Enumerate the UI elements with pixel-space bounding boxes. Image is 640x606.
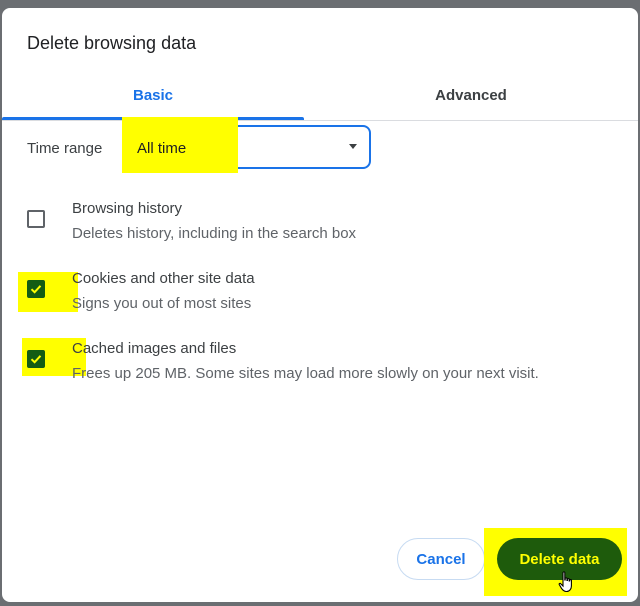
tab-basic-label: Basic xyxy=(132,86,174,104)
tab-basic[interactable]: Basic xyxy=(2,72,304,120)
time-range-label: Time range xyxy=(27,140,103,157)
cookies-checkbox[interactable] xyxy=(27,280,45,298)
cookies-subtitle: Signs you out of most sites xyxy=(72,295,252,312)
cached-images-checkbox[interactable] xyxy=(27,350,45,368)
list-item-cached-images: Cached images and files Frees up 205 MB.… xyxy=(2,336,638,386)
browsing-history-title: Browsing history xyxy=(72,200,183,217)
tab-bar: Basic Advanced xyxy=(2,72,638,121)
check-icon xyxy=(30,355,42,364)
hand-pointer-icon xyxy=(558,571,572,593)
tab-advanced-label: Advanced xyxy=(435,86,507,104)
cookies-title: Cookies and other site data xyxy=(72,270,255,287)
time-range-value: All time xyxy=(137,140,187,157)
caret-down-icon xyxy=(349,144,357,149)
list-item-browsing-history: Browsing history Deletes history, includ… xyxy=(2,196,638,246)
browsing-history-checkbox[interactable] xyxy=(27,210,45,228)
tab-advanced[interactable]: Advanced xyxy=(304,72,638,118)
cached-images-subtitle: Frees up 205 MB. Some sites may load mor… xyxy=(72,365,539,382)
cached-images-title: Cached images and files xyxy=(72,340,237,357)
dialog-title: Delete browsing data xyxy=(27,33,197,53)
delete-browsing-data-dialog: Delete browsing data Basic Advanced Time… xyxy=(2,8,638,602)
time-range-select[interactable]: All time xyxy=(122,117,371,173)
browsing-history-subtitle: Deletes history, including in the search… xyxy=(72,225,357,242)
check-icon xyxy=(30,285,42,294)
list-item-cookies: Cookies and other site data Signs you ou… xyxy=(2,266,638,316)
cancel-button[interactable]: Cancel xyxy=(397,538,485,580)
